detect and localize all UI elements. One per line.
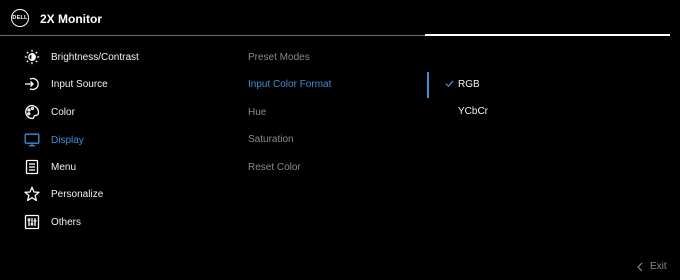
header-divider-highlight [425, 34, 670, 36]
menu-item-input-source[interactable]: Input Source [0, 71, 230, 97]
chevron-left-icon [637, 262, 643, 271]
menu-item-brightness-contrast[interactable]: Brightness/Contrast [0, 44, 230, 70]
submenu-item-input-color-format[interactable]: Input Color Format [248, 79, 331, 90]
menu-item-label: Display [51, 134, 84, 146]
menu-item-label: Brightness/Contrast [51, 51, 139, 63]
submenu-item-preset-modes[interactable]: Preset Modes [248, 52, 310, 63]
menu-item-display[interactable]: Display [0, 127, 230, 153]
option-rgb[interactable]: RGB [458, 79, 480, 90]
color-palette-icon [23, 103, 41, 121]
submenu-item-reset-color[interactable]: Reset Color [248, 162, 301, 173]
menu-item-label: Menu [51, 161, 77, 173]
selection-indicator [427, 72, 429, 98]
input-source-icon [23, 75, 41, 93]
osd-title: 2X Monitor [40, 12, 102, 26]
exit-button[interactable]: Exit [636, 261, 667, 272]
menu-item-label: Others [51, 216, 82, 228]
star-icon [23, 185, 41, 203]
dell-logo: DELL [11, 9, 29, 27]
menu-item-others[interactable]: Others [0, 209, 230, 235]
osd-header: DELL 2X Monitor [0, 0, 680, 36]
header-divider [0, 35, 425, 36]
menu-item-color[interactable]: Color [0, 99, 230, 125]
option-ycbcr[interactable]: YCbCr [458, 106, 488, 117]
exit-label: Exit [650, 261, 667, 272]
others-icon [23, 213, 41, 231]
submenu-item-hue[interactable]: Hue [248, 107, 266, 118]
menu-item-label: Color [51, 106, 75, 118]
checkmark-icon [445, 80, 454, 88]
menu-item-label: Input Source [51, 78, 108, 90]
menu-item-personalize[interactable]: Personalize [0, 181, 230, 207]
menu-item-menu[interactable]: Menu [0, 154, 230, 180]
menu-icon [23, 158, 41, 176]
submenu-item-saturation[interactable]: Saturation [248, 134, 294, 145]
brightness-icon [23, 48, 41, 66]
menu-item-label: Personalize [51, 188, 104, 200]
display-icon [23, 131, 41, 149]
